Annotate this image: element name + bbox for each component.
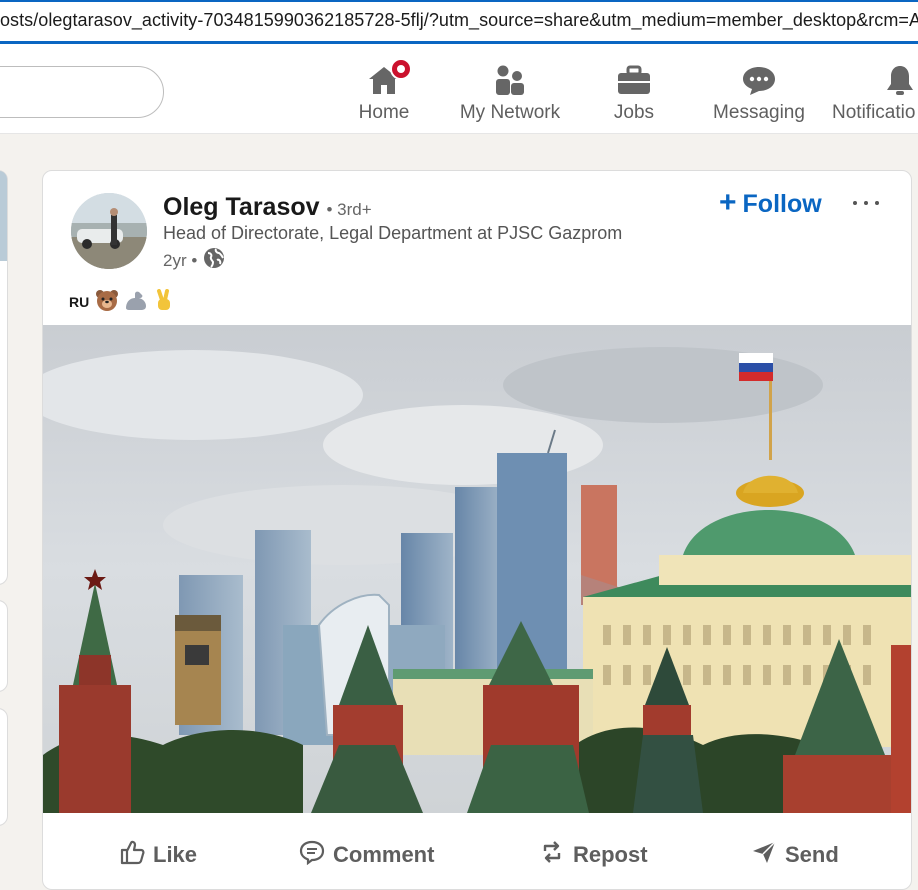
author-name-text[interactable]: Oleg Tarasov bbox=[163, 193, 320, 221]
nav-messaging[interactable]: Messaging bbox=[708, 58, 810, 128]
repost-label: Repost bbox=[573, 842, 648, 867]
nav-jobs[interactable]: Jobs bbox=[598, 58, 670, 128]
post-commentary: RU bbox=[69, 289, 175, 315]
send-button[interactable]: Send bbox=[751, 835, 839, 875]
nav-home-label: Home bbox=[358, 102, 410, 123]
follow-label: Follow bbox=[742, 189, 822, 218]
people-icon bbox=[493, 64, 527, 101]
repost-button[interactable]: Repost bbox=[539, 835, 648, 875]
flexed-biceps-emoji-icon bbox=[123, 289, 149, 315]
comment-button[interactable]: Comment bbox=[299, 835, 434, 875]
bell-icon bbox=[884, 64, 916, 101]
more-options-icon[interactable] bbox=[851, 191, 881, 215]
left-card bbox=[0, 600, 8, 692]
profile-card bbox=[0, 170, 8, 585]
search-input[interactable] bbox=[0, 66, 164, 118]
plus-icon: + bbox=[719, 185, 737, 219]
post-time: 2yr • bbox=[163, 250, 198, 270]
notification-badge bbox=[390, 58, 412, 80]
nav-my-network-label: My Network bbox=[459, 102, 561, 123]
nav-home[interactable]: Home bbox=[346, 58, 422, 128]
victory-hand-emoji-icon bbox=[153, 289, 175, 315]
send-label: Send bbox=[785, 842, 839, 867]
address-bar[interactable]: osts/olegtarasov_activity-70348159903621… bbox=[0, 0, 918, 44]
nav-my-network[interactable]: My Network bbox=[454, 58, 566, 128]
global-nav: Home My Network Jobs Messaging Notificat… bbox=[0, 44, 918, 134]
follow-button[interactable]: + Follow bbox=[719, 187, 822, 221]
author-headline: Head of Directorate, Legal Department at… bbox=[163, 223, 623, 243]
nav-notifications-label: Notificatio bbox=[832, 102, 916, 123]
connection-degree: • 3rd+ bbox=[326, 200, 372, 219]
comment-icon bbox=[299, 839, 325, 871]
nav-messaging-label: Messaging bbox=[713, 102, 805, 123]
send-icon bbox=[751, 839, 777, 871]
post-meta: 2yr • bbox=[163, 247, 225, 274]
chat-icon bbox=[741, 64, 777, 101]
url-text[interactable]: osts/olegtarasov_activity-70348159903621… bbox=[0, 10, 918, 31]
social-actions-bar: Like Comment Repost Send bbox=[43, 813, 911, 889]
globe-icon bbox=[203, 247, 225, 274]
left-card bbox=[0, 708, 8, 826]
author-avatar[interactable] bbox=[71, 193, 147, 269]
feed-post: Oleg Tarasov • 3rd+ Head of Directorate,… bbox=[42, 170, 912, 890]
nav-notifications[interactable]: Notificatio bbox=[830, 58, 918, 128]
thumbs-up-icon bbox=[119, 839, 145, 871]
commentary-text: RU bbox=[69, 294, 90, 310]
like-label: Like bbox=[153, 842, 198, 867]
author-name[interactable]: Oleg Tarasov • 3rd+ bbox=[163, 193, 372, 222]
comment-label: Comment bbox=[333, 842, 435, 867]
focus-line bbox=[0, 0, 918, 2]
briefcase-icon bbox=[616, 64, 652, 101]
repost-icon bbox=[539, 839, 565, 871]
like-button[interactable]: Like bbox=[119, 835, 197, 875]
post-image[interactable] bbox=[43, 325, 911, 813]
nav-jobs-label: Jobs bbox=[613, 102, 655, 123]
bear-emoji-icon bbox=[95, 289, 119, 315]
